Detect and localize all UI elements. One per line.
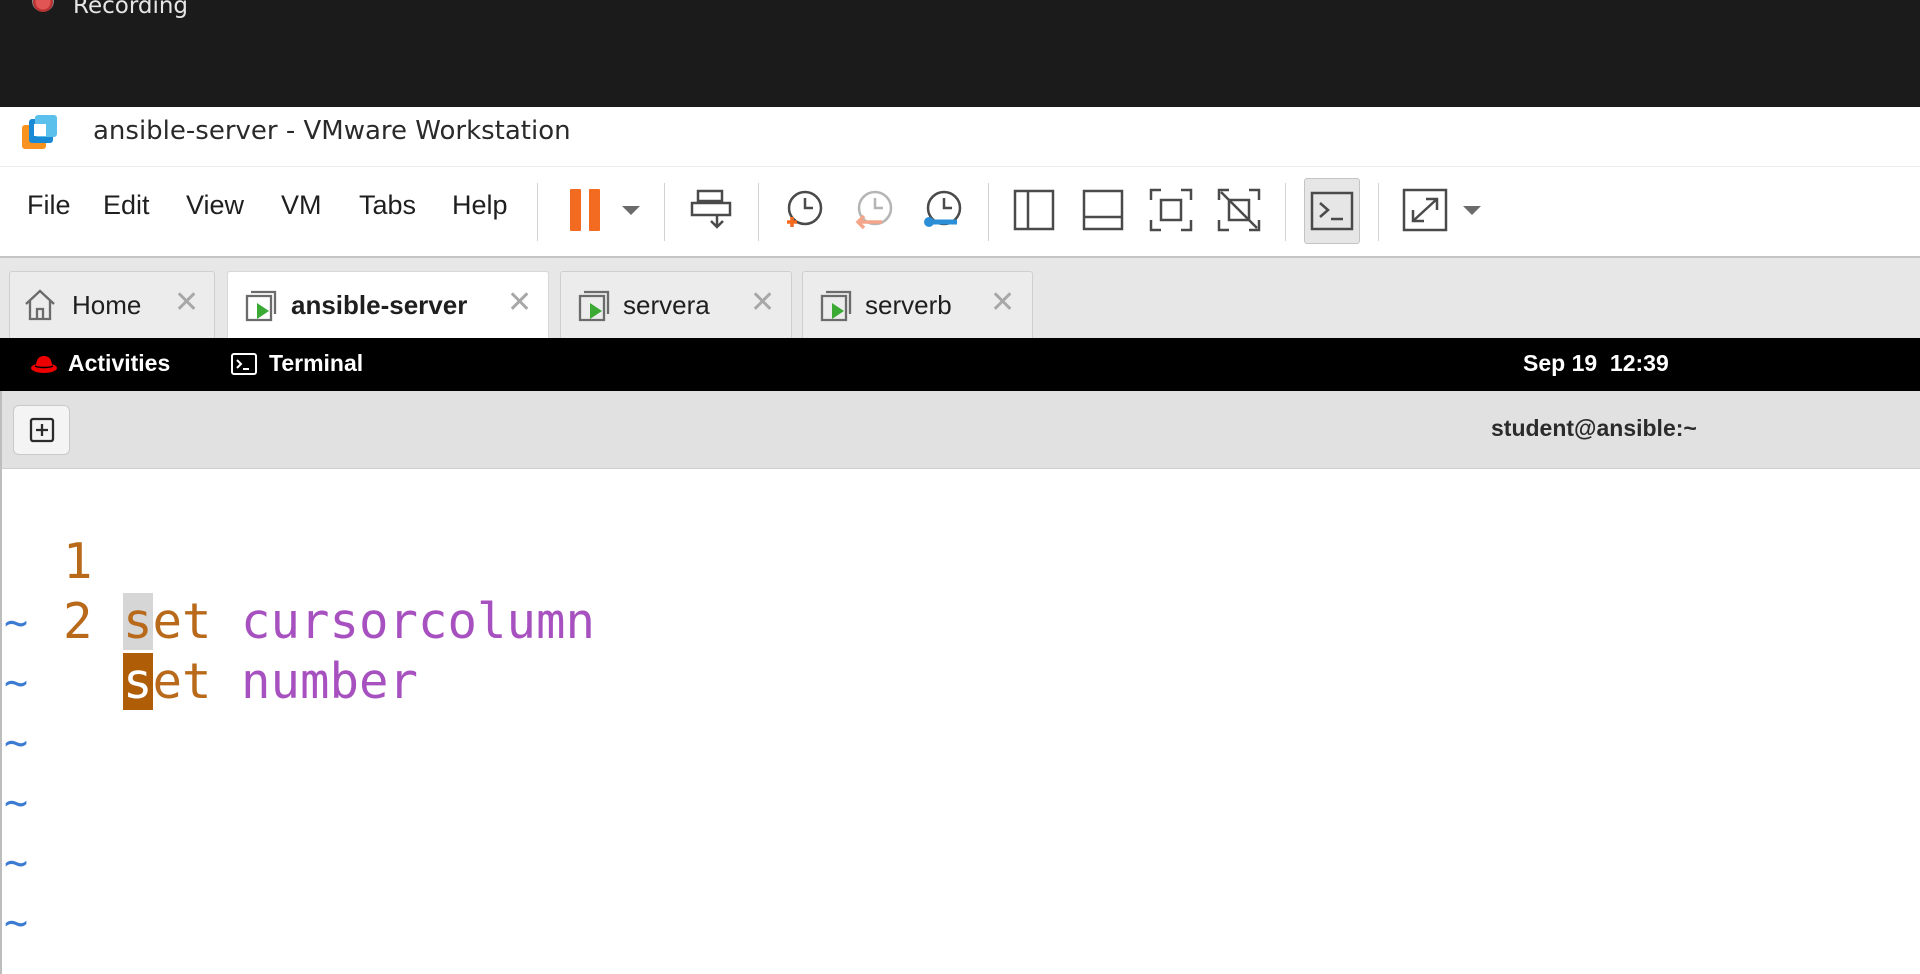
vm-icon <box>820 290 852 322</box>
vm-icon <box>578 290 610 322</box>
toolbar-separator <box>664 183 665 241</box>
revert-snapshot-button[interactable] <box>851 185 897 235</box>
redhat-icon <box>31 355 57 373</box>
snapshot-manager-icon <box>924 190 962 227</box>
toolbar-separator <box>758 183 759 241</box>
keyword-rest: et <box>152 653 212 710</box>
vmware-logo-icon <box>22 115 57 149</box>
chevron-down-icon <box>622 205 640 215</box>
vim-value: number <box>241 653 419 710</box>
toolbar-separator <box>988 183 989 241</box>
line-code: set cursorcolumn <box>123 592 595 652</box>
tab-label: Home <box>72 290 142 320</box>
chevron-down-icon <box>1463 205 1481 215</box>
tab-ansible-server[interactable]: ansible-server ✕ <box>227 271 549 338</box>
toolbar-separator <box>1378 183 1379 241</box>
vim-keyword: set <box>123 653 212 710</box>
show-library-icon <box>1013 189 1055 231</box>
take-snapshot-button[interactable] <box>781 185 827 235</box>
menu-file[interactable]: File <box>27 190 71 221</box>
toolbar-separator <box>537 183 538 241</box>
window-title: ansible-server - VMware Workstation <box>93 116 571 146</box>
vim-empty-line-marker: ~ <box>4 900 29 946</box>
close-icon[interactable]: ✕ <box>750 288 775 318</box>
send-ctrl-alt-del-icon <box>690 189 732 229</box>
tab-servera[interactable]: servera ✕ <box>560 271 792 338</box>
vim-empty-line-marker: ~ <box>4 600 29 646</box>
vim-empty-line-marker: ~ <box>4 720 29 766</box>
vim-value: cursorcolumn <box>241 593 596 650</box>
menu-view[interactable]: View <box>186 190 244 221</box>
terminal-icon <box>231 352 257 375</box>
vim-keyword: set <box>123 593 212 650</box>
new-tab-button[interactable] <box>13 405 70 455</box>
menu-edit[interactable]: Edit <box>103 190 150 221</box>
recording-bar: Recording <box>0 0 1920 107</box>
vim-line: 2 set number <box>0 532 418 710</box>
home-icon <box>25 289 55 321</box>
stretch-dropdown-button[interactable] <box>1459 185 1485 235</box>
terminal-app-menu[interactable]: Terminal <box>231 350 363 377</box>
full-screen-icon <box>1149 188 1193 232</box>
cursor-column-char: s <box>123 593 153 650</box>
revert-snapshot-icon <box>855 190 893 230</box>
close-icon[interactable]: ✕ <box>507 288 532 318</box>
vm-icon <box>245 290 277 322</box>
unity-icon <box>1217 188 1261 232</box>
pause-icon <box>570 189 600 231</box>
thumbnail-bar-button[interactable] <box>1080 185 1126 235</box>
activities-button[interactable]: Activities <box>30 350 170 377</box>
vim-line: 1 set cursorcolumn <box>0 472 595 650</box>
menu-vm[interactable]: VM <box>281 190 322 221</box>
tab-home[interactable]: Home ✕ <box>9 271 215 338</box>
snapshot-manager-button[interactable] <box>920 185 966 235</box>
terminal-title: student@ansible:~ <box>1491 415 1697 441</box>
tab-label: ansible-server <box>291 290 468 320</box>
stretch-guest-button[interactable] <box>1401 185 1449 235</box>
new-tab-icon <box>29 417 54 443</box>
menu-help[interactable]: Help <box>452 190 508 221</box>
thumbnail-bar-icon <box>1082 189 1124 231</box>
clock[interactable]: Sep 19 12:39 <box>1523 350 1669 377</box>
vim-cursor: s <box>123 653 153 710</box>
tab-serverb[interactable]: serverb ✕ <box>802 271 1033 338</box>
keyword-rest: et <box>152 593 212 650</box>
menu-tabs[interactable]: Tabs <box>359 190 416 221</box>
vim-empty-line-marker: ~ <box>4 840 29 886</box>
vim-empty-line-marker: ~ <box>4 780 29 826</box>
console-view-button[interactable] <box>1304 178 1360 244</box>
recording-label: Recording <box>73 0 189 19</box>
take-snapshot-icon <box>787 190 823 227</box>
activities-label: Activities <box>68 350 171 376</box>
pause-button[interactable] <box>565 185 605 235</box>
line-number: 2 <box>63 593 93 650</box>
stretch-guest-icon <box>1402 188 1448 232</box>
close-icon[interactable]: ✕ <box>990 288 1015 318</box>
show-library-button[interactable] <box>1011 185 1057 235</box>
record-icon <box>32 0 54 12</box>
tab-label: servera <box>623 290 710 320</box>
line-code: set number <box>123 652 418 712</box>
close-icon[interactable]: ✕ <box>174 288 199 318</box>
full-screen-button[interactable] <box>1148 185 1194 235</box>
toolbar-separator <box>1285 183 1286 241</box>
terminal-app-label: Terminal <box>269 350 364 376</box>
power-dropdown-button[interactable] <box>617 185 645 235</box>
send-ctrl-alt-del-button[interactable] <box>689 185 735 235</box>
vim-empty-line-marker: ~ <box>4 660 29 706</box>
unity-button[interactable] <box>1216 185 1262 235</box>
terminal-body[interactable]: 1 set cursorcolumn 2 set number ~ ~ ~ ~ … <box>0 469 1920 974</box>
tab-label: serverb <box>865 290 952 320</box>
console-view-icon <box>1310 191 1354 231</box>
